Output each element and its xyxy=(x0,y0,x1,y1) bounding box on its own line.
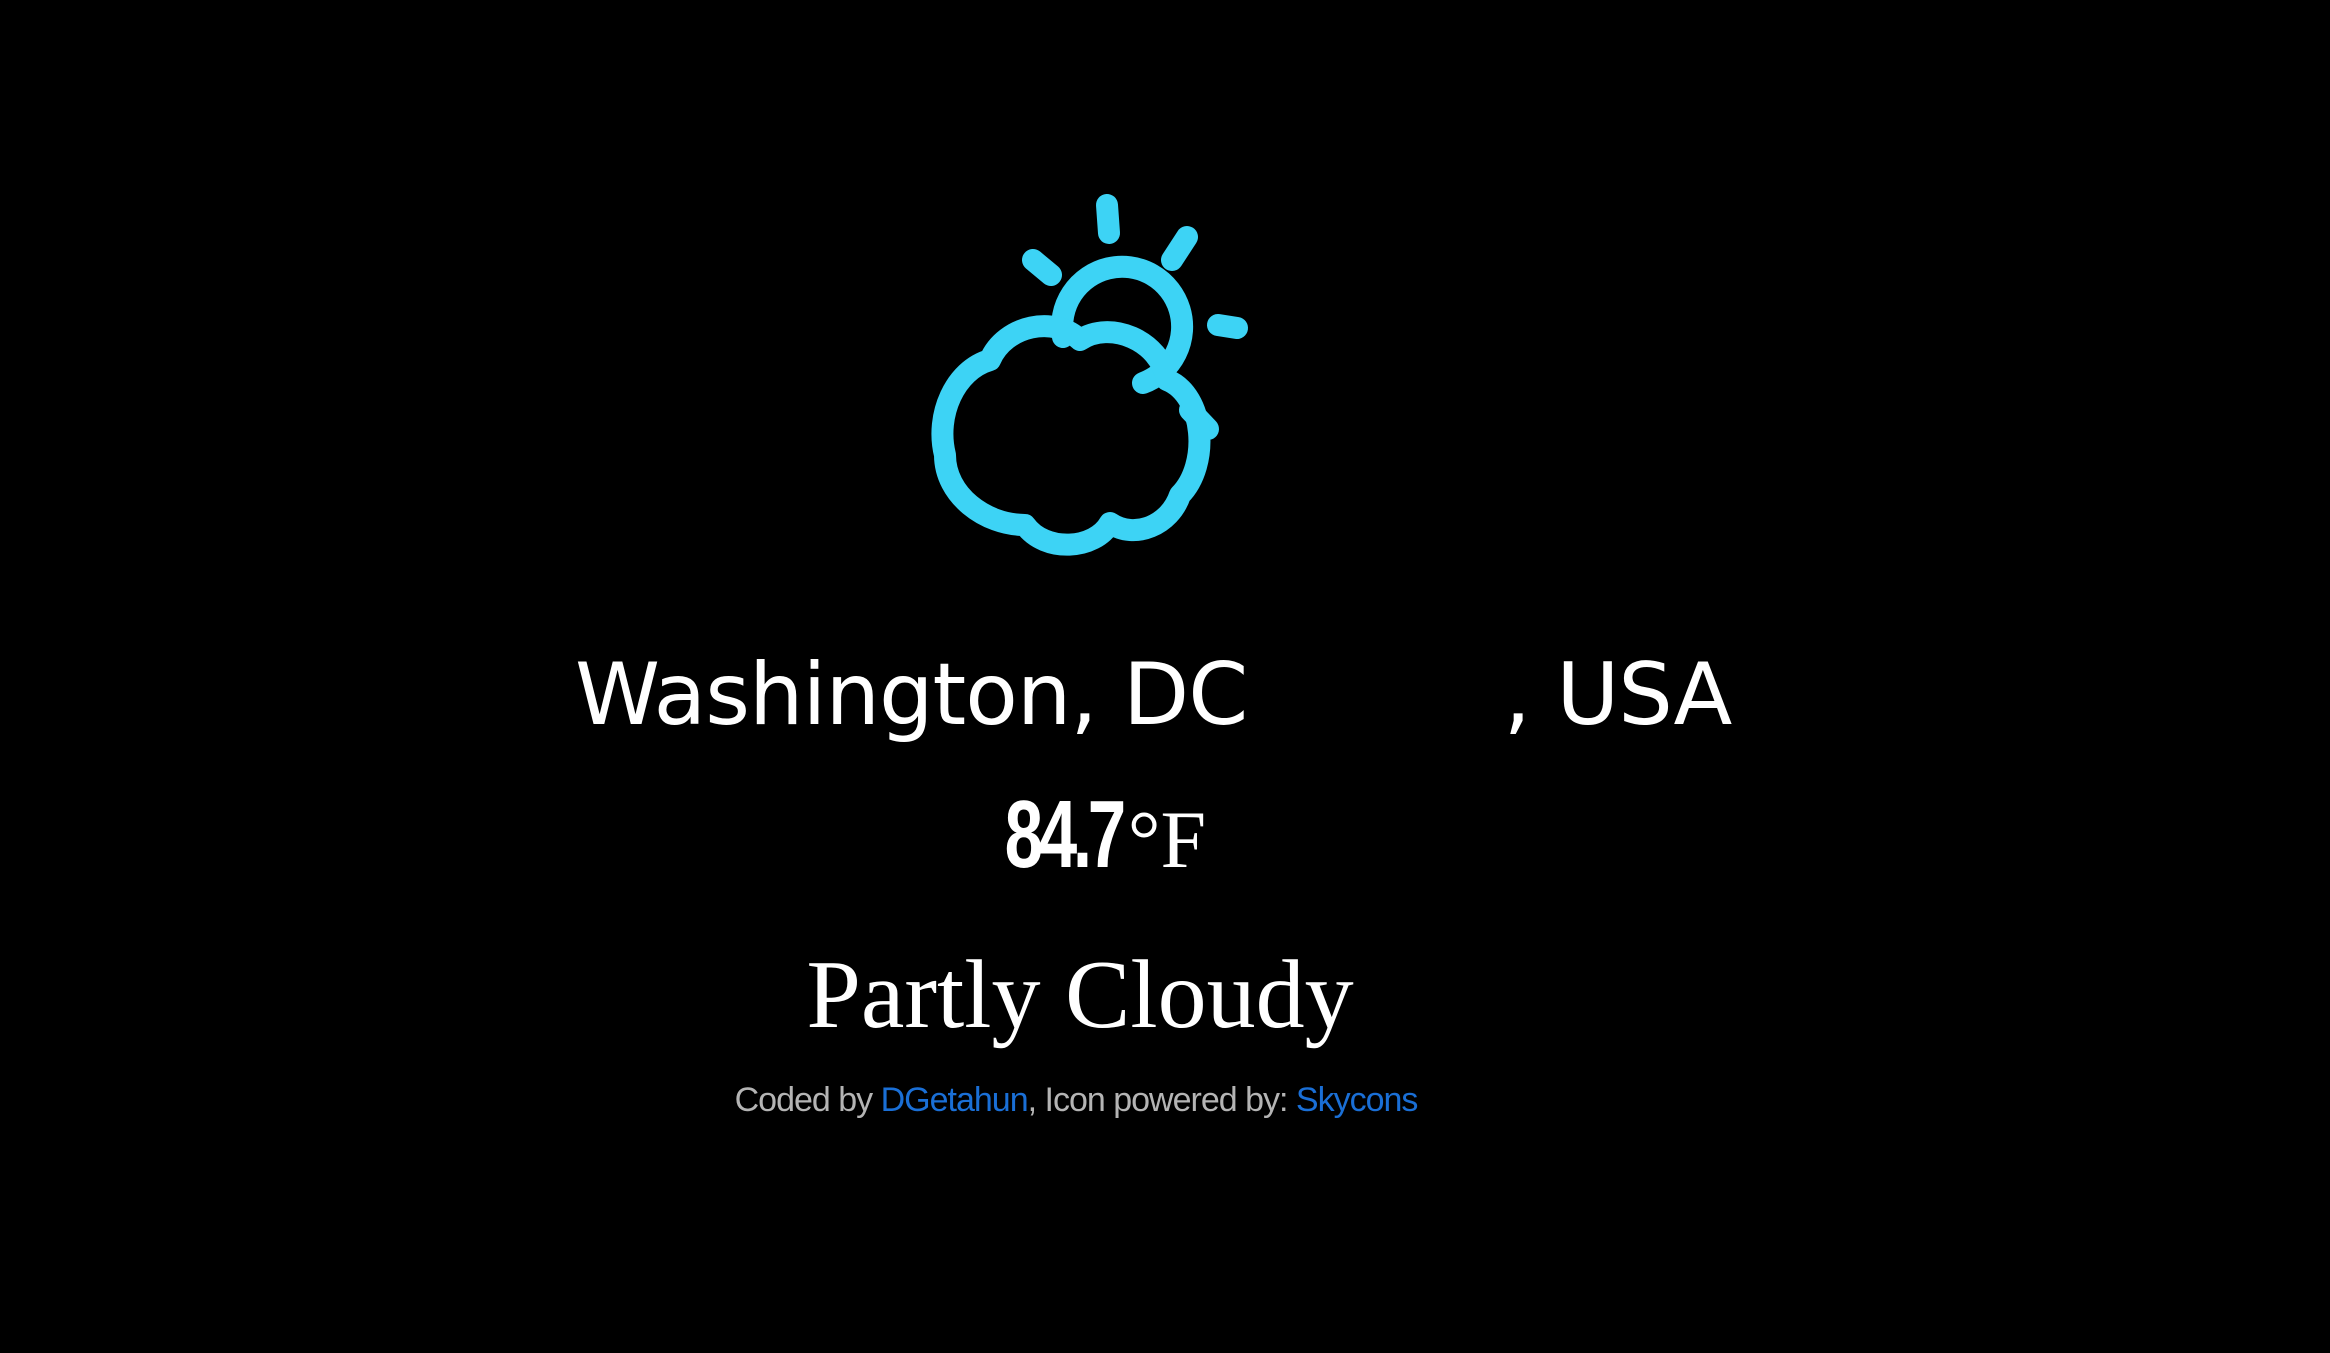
sun-ray xyxy=(1022,249,1062,286)
weather-condition: Partly Cloudy xyxy=(806,941,1354,1049)
cloud-body xyxy=(931,315,1211,556)
author-link[interactable]: DGetahun xyxy=(881,1081,1029,1119)
temperature-unit-toggle[interactable]: °F xyxy=(1128,794,1206,885)
icon-credit-label: , Icon powered by: xyxy=(1027,1081,1296,1119)
location-country: , USA xyxy=(1503,645,1733,745)
skycons-link[interactable]: Skycons xyxy=(1296,1081,1418,1119)
weather-app: Washington, DC , USA 84.7°F Partly Cloud… xyxy=(0,0,2330,1353)
sun-ray xyxy=(1161,226,1198,271)
sun-ray xyxy=(1096,194,1120,244)
location-city: Washington, DC xyxy=(575,645,1274,745)
credits-footer: Coded by DGetahun, Icon powered by: Skyc… xyxy=(0,1078,2152,1122)
coded-by-label: Coded by xyxy=(734,1081,881,1119)
temperature-readout: 84.7°F xyxy=(0,780,2165,890)
partly-cloudy-day-icon xyxy=(931,194,1248,556)
sun-ray xyxy=(1207,314,1248,339)
location-label: Washington, DC , USA xyxy=(575,640,1733,750)
temperature-value: 84.7 xyxy=(1004,781,1126,888)
redacted-zip-block xyxy=(1273,660,1504,730)
